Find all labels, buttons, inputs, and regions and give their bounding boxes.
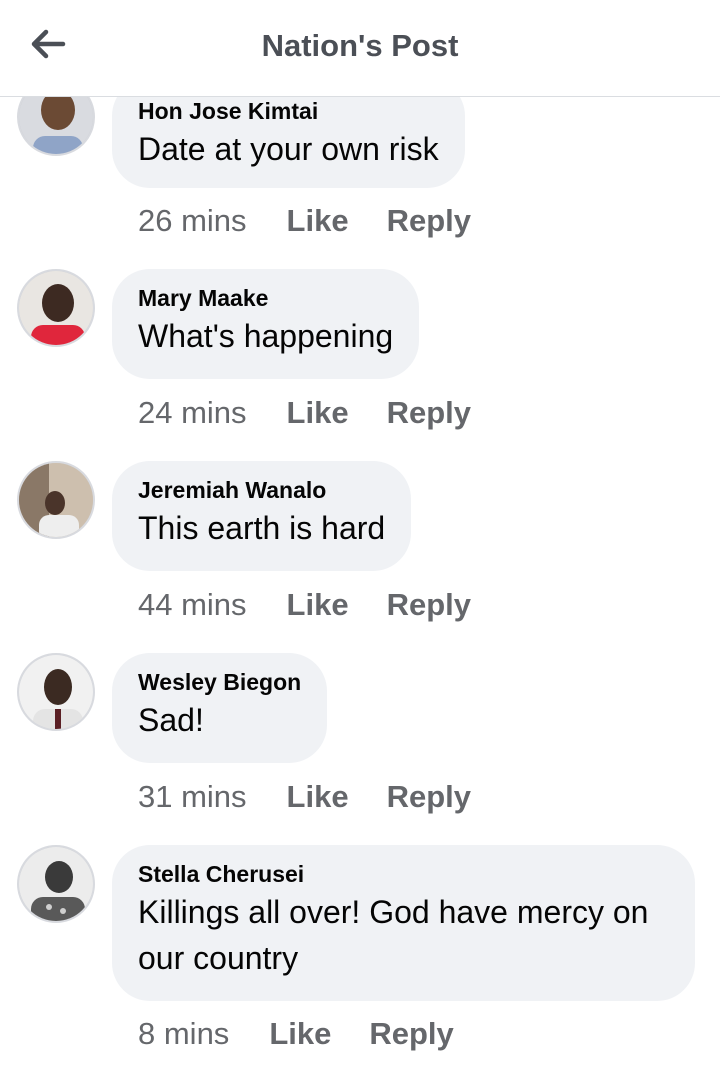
reply-button[interactable]: Reply <box>387 587 471 623</box>
avatar[interactable] <box>17 845 95 923</box>
avatar[interactable] <box>17 653 95 731</box>
reply-button[interactable]: Reply <box>387 395 471 431</box>
comment-text: Killings all over! God have mercy on our… <box>138 894 649 976</box>
comment-author[interactable]: Hon Jose Kimtai <box>138 96 439 126</box>
avatar-photo-icon <box>19 655 93 729</box>
like-button[interactable]: Like <box>269 1016 331 1052</box>
comment-time[interactable]: 26 mins <box>138 203 247 239</box>
comment-time[interactable]: 44 mins <box>138 587 247 623</box>
reply-button[interactable]: Reply <box>387 203 471 239</box>
avatar[interactable] <box>17 461 95 539</box>
comments-feed[interactable]: Hon Jose Kimtai Date at your own risk 26… <box>0 0 720 1070</box>
comment-author[interactable]: Mary Maake <box>138 283 393 313</box>
comment-bubble[interactable]: Stella Cherusei Killings all over! God h… <box>112 845 695 1001</box>
comment-bubble[interactable]: Mary Maake What's happening <box>112 269 420 379</box>
comment-bubble[interactable]: Jeremiah Wanalo This earth is hard <box>112 461 412 571</box>
comment-meta: 44 mins Like Reply <box>138 587 471 623</box>
comment-time[interactable]: 31 mins <box>138 779 247 815</box>
comment-text: Date at your own risk <box>138 131 439 167</box>
comment-author[interactable]: Wesley Biegon <box>138 667 301 697</box>
reply-button[interactable]: Reply <box>369 1016 453 1052</box>
avatar-photo-icon <box>19 847 93 921</box>
page-title: Nation's Post <box>261 28 459 63</box>
comment-bubble[interactable]: Wesley Biegon Sad! <box>112 653 328 763</box>
avatar-photo-icon <box>19 271 93 345</box>
comment-text: Sad! <box>138 702 204 738</box>
comment-meta: 24 mins Like Reply <box>138 395 471 431</box>
avatar-photo-icon <box>19 463 93 537</box>
reply-button[interactable]: Reply <box>387 779 471 815</box>
comment-time[interactable]: 24 mins <box>138 395 247 431</box>
top-app-bar: Nation's Post <box>0 0 720 97</box>
comment-meta: 31 mins Like Reply <box>138 779 471 815</box>
like-button[interactable]: Like <box>287 587 349 623</box>
comment-text: What's happening <box>138 318 394 354</box>
like-button[interactable]: Like <box>287 779 349 815</box>
comment-author[interactable]: Stella Cherusei <box>138 859 669 889</box>
like-button[interactable]: Like <box>287 395 349 431</box>
like-button[interactable]: Like <box>287 203 349 239</box>
comment-meta: 26 mins Like Reply <box>138 203 471 239</box>
comment-meta: 8 mins Like Reply <box>138 1016 454 1052</box>
comment-author[interactable]: Jeremiah Wanalo <box>138 475 385 505</box>
comment-time[interactable]: 8 mins <box>138 1016 229 1052</box>
comment-text: This earth is hard <box>138 510 386 546</box>
avatar[interactable] <box>17 269 95 347</box>
